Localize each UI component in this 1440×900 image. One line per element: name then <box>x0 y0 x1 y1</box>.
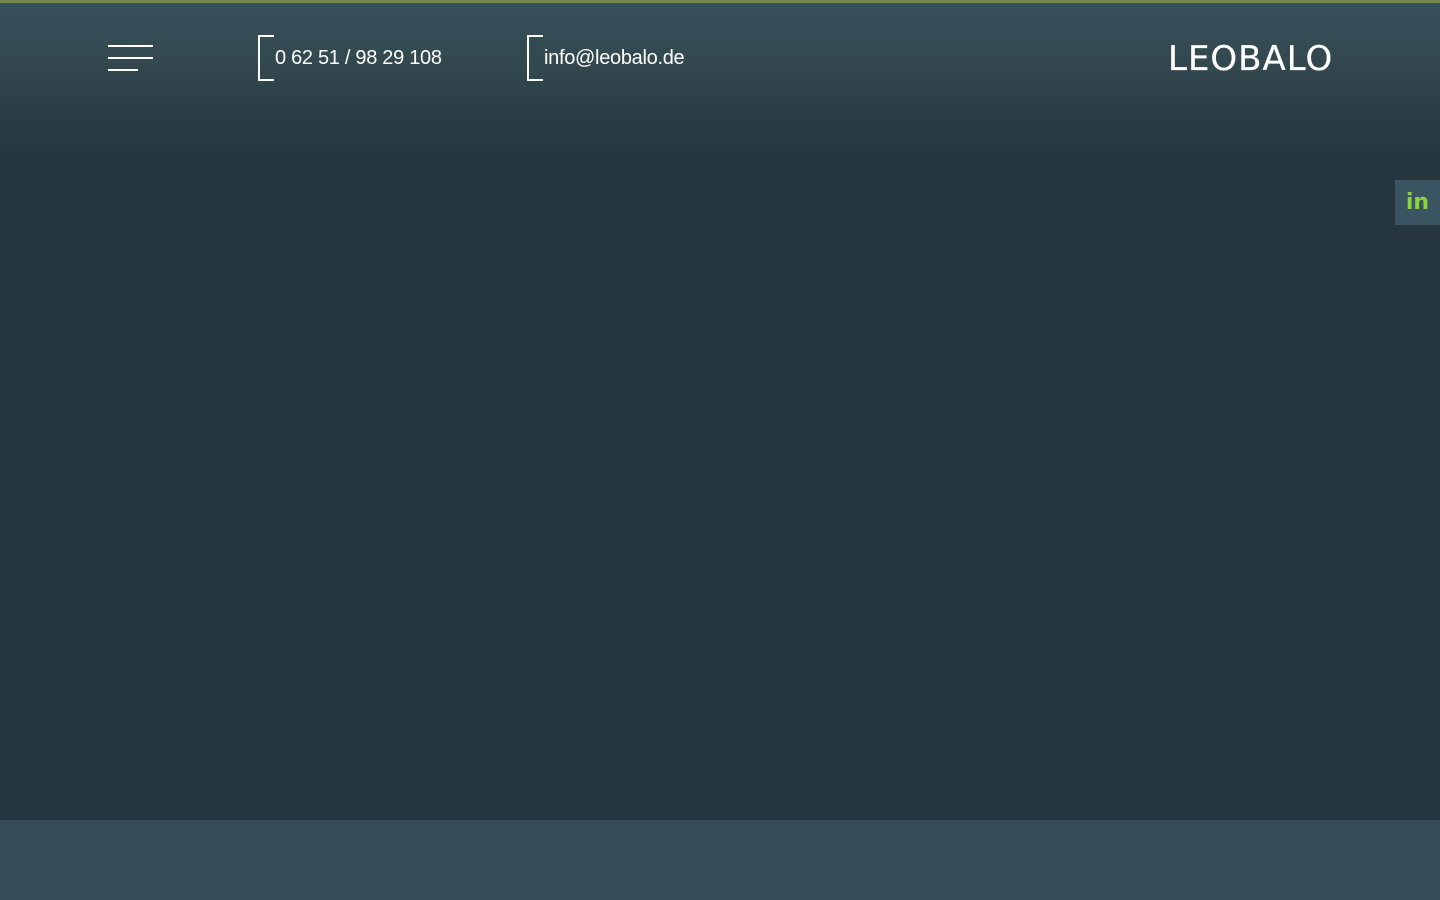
page: 0 62 51 / 98 29 108 info@leobalo.de LEOB… <box>0 0 1440 900</box>
bracket-icon <box>258 35 274 81</box>
site-header: 0 62 51 / 98 29 108 info@leobalo.de LEOB… <box>0 3 1440 163</box>
phone-number: 0 62 51 / 98 29 108 <box>275 46 442 69</box>
linkedin-button[interactable]: in <box>1395 180 1440 225</box>
footer-band <box>0 820 1440 900</box>
logo-text: LEOBALO <box>1168 39 1334 79</box>
hamburger-menu-icon[interactable] <box>108 45 154 73</box>
phone-link[interactable]: 0 62 51 / 98 29 108 <box>258 33 442 83</box>
linkedin-icon: in <box>1405 189 1430 215</box>
bracket-icon <box>527 35 543 81</box>
email-address: info@leobalo.de <box>544 46 685 69</box>
site-logo[interactable]: LEOBALO <box>1168 39 1333 79</box>
email-link[interactable]: info@leobalo.de <box>527 33 685 83</box>
menu-line <box>108 45 153 47</box>
menu-line <box>108 69 138 71</box>
menu-line <box>108 57 153 59</box>
